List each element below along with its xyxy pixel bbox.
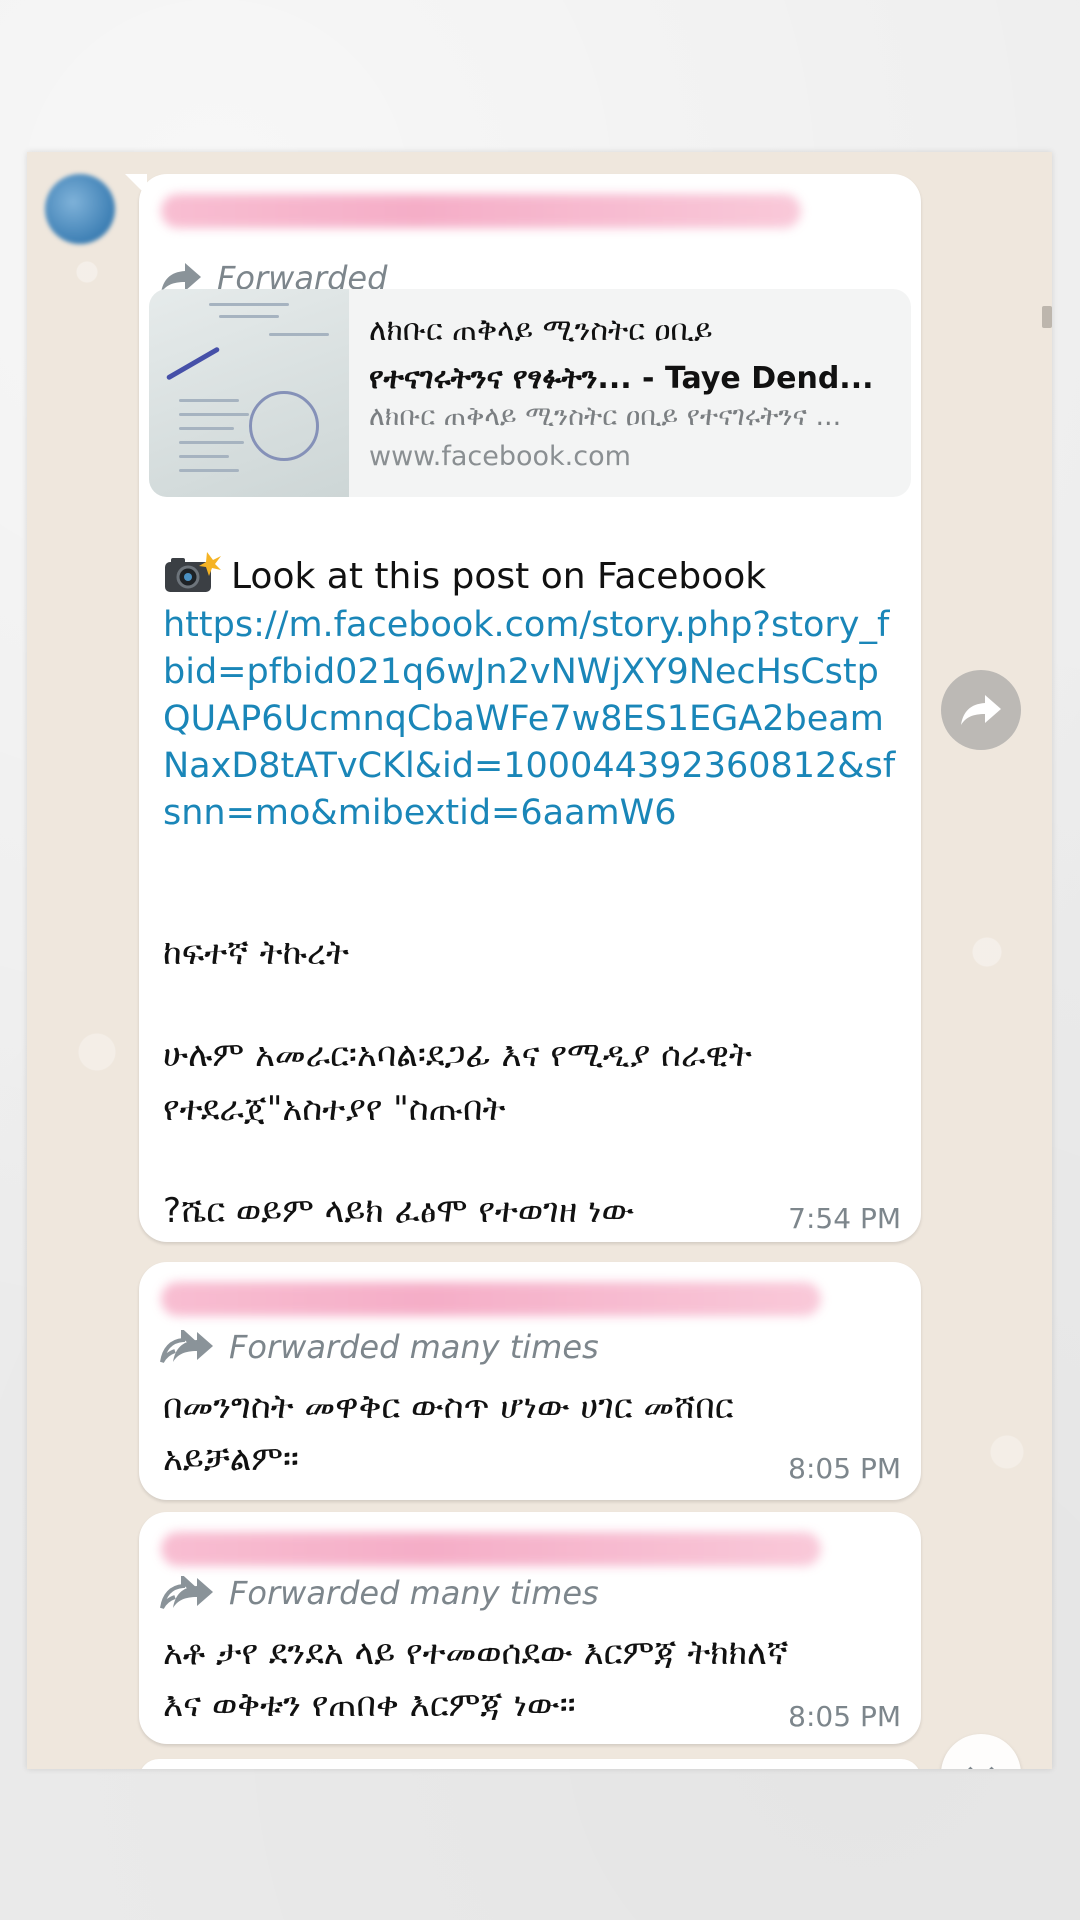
message-bubble[interactable]: Forwarded many times አቶ ታየ ደንደአ ላይ የተመወሰ… <box>139 1512 921 1744</box>
message-bubble[interactable]: Forwarded ለክቡር ጠቅላይ ሚንስትር ዐቢይ የተናገሩትንና የ… <box>125 174 921 1242</box>
scrollbar[interactable] <box>1042 306 1052 328</box>
message-text-line: ሁሉም አመራር፡አባል፡ደጋፊ እና የሚዲያ ሰራዊት <box>163 1035 752 1075</box>
link-preview-thumbnail <box>149 289 349 497</box>
message-text-line: አቶ ታየ ደንደአ ላይ የተመወሰደው እርምጃ ትክክለኛ <box>163 1633 789 1673</box>
link-preview-title: ለክቡር ጠቅላይ ሚንስትር ዐቢይ የተናገሩትንና የፃፉትን... - … <box>369 313 874 396</box>
camera-flash-icon <box>165 552 221 592</box>
message-timestamp: 7:54 PM <box>788 1202 901 1235</box>
message-text-line: የተደራጀ"አስተያየ "ስጡበት <box>163 1089 506 1129</box>
chevron-down-icon <box>968 1766 994 1769</box>
message-intro: Look at this post on Facebook <box>163 550 903 600</box>
sender-name-redacted <box>161 1282 821 1316</box>
forwarded-label: Forwarded many times <box>229 1574 599 1612</box>
sender-name-redacted <box>161 1532 821 1566</box>
link-preview-domain: www.facebook.com <box>369 441 631 472</box>
message-bubble[interactable]: Forwarded many times በመንግስት መዋቅር ውስጥ ሆነው… <box>139 1262 921 1500</box>
chat-screen: Forwarded ለክቡር ጠቅላይ ሚንስትር ዐቢይ የተናገሩትንና የ… <box>27 152 1052 1769</box>
message-timestamp: 8:05 PM <box>788 1452 901 1485</box>
double-forward-arrow-icon <box>160 1576 213 1609</box>
intro-text: Look at this post on Facebook <box>231 556 767 597</box>
forwarded-many-indicator: Forwarded many times <box>159 1574 599 1612</box>
sender-name-redacted <box>161 194 801 228</box>
sender-avatar[interactable] <box>45 174 115 244</box>
message-text-line: በመንግስት መዋቅር ውስጥ ሆነው ሀገር መሸበር <box>163 1387 734 1427</box>
share-icon <box>961 695 1001 725</box>
facebook-link[interactable]: https://m.facebook.com/story.php?story_f… <box>163 602 903 837</box>
forwarded-label: Forwarded many times <box>229 1328 599 1366</box>
share-button[interactable] <box>941 670 1021 750</box>
link-preview-card[interactable]: ለክቡር ጠቅላይ ሚንስትር ዐቢይ የተናገሩትንና የፃፉትን... - … <box>149 289 911 497</box>
double-forward-arrow-icon <box>160 1330 213 1363</box>
message-text-line: ከፍተኛ ትኩረት <box>163 933 349 973</box>
forwarded-many-indicator: Forwarded many times <box>159 1328 599 1366</box>
message-timestamp: 8:05 PM <box>788 1700 901 1733</box>
link-preview-description: ለክቡር ጠቅላይ ሚንስትር ዐቢይ የተናገሩትንና ... <box>369 401 842 432</box>
message-bubble[interactable] <box>139 1759 921 1769</box>
